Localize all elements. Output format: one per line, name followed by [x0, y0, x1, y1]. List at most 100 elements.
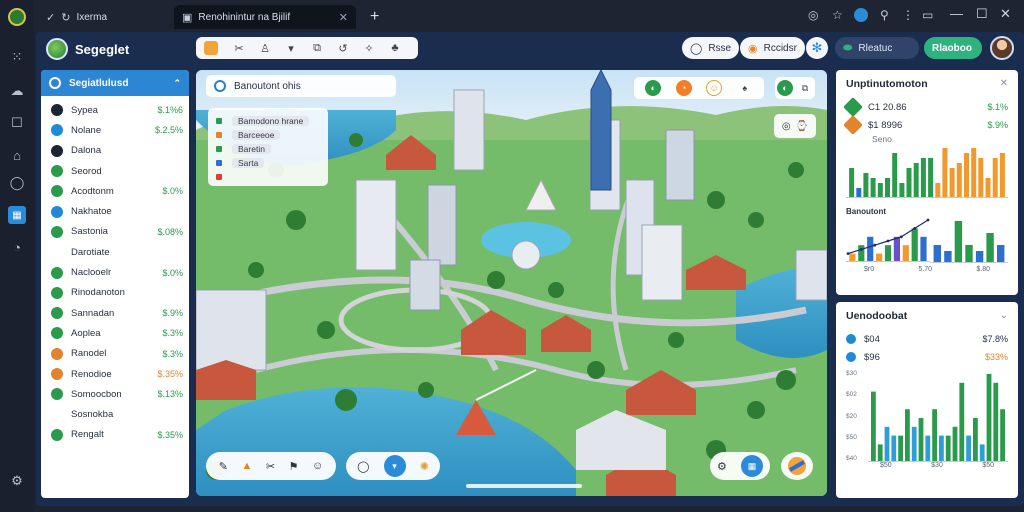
- scissors-icon[interactable]: ✂: [226, 39, 252, 57]
- app-logo-icon[interactable]: [8, 8, 26, 26]
- settings-icon[interactable]: ⚙: [8, 472, 26, 490]
- header-pill-3[interactable]: ⬬ Rleatuc: [835, 37, 919, 59]
- locate-icon[interactable]: ◐: [777, 80, 793, 96]
- refresh-icon[interactable]: ↻: [61, 11, 70, 24]
- chart-point: [899, 235, 903, 239]
- layer-item[interactable]: Rengalt $.35%: [51, 425, 183, 445]
- city-map[interactable]: Banoutont ohis Bamodono hrane Barceeoe Bar…: [196, 70, 827, 496]
- tab-search-icon[interactable]: ◎: [808, 8, 818, 22]
- close-tab-icon[interactable]: ✕: [339, 11, 348, 24]
- cone-icon[interactable]: ▲: [241, 460, 252, 472]
- layer-item[interactable]: Darotiate: [51, 242, 183, 262]
- grid-icon[interactable]: ⁙: [8, 48, 26, 66]
- scissors-icon[interactable]: ✂: [266, 460, 275, 473]
- star-icon[interactable]: ☆: [832, 8, 843, 22]
- copy-icon[interactable]: ⧉: [304, 39, 330, 57]
- chat-icon[interactable]: ◯: [8, 174, 26, 192]
- circle-icon[interactable]: ◯: [357, 460, 369, 473]
- legend-row[interactable]: Bamodono hrane: [216, 114, 328, 128]
- flag-icon[interactable]: ⚑: [289, 460, 299, 473]
- layer-item[interactable]: Seorod: [51, 161, 183, 181]
- layer-item[interactable]: Somoocbon $.13%: [51, 384, 183, 404]
- new-tab-button[interactable]: +: [362, 5, 386, 29]
- square-icon[interactable]: ☐: [8, 114, 26, 132]
- compass-icon[interactable]: ◎: [782, 121, 791, 132]
- layer-item[interactable]: Acodtonm $.0%: [51, 181, 183, 201]
- layer-item[interactable]: Renodioe $.35%: [51, 364, 183, 384]
- stat-row: $96 $33%: [846, 348, 1008, 366]
- window-close-icon[interactable]: ✕: [1000, 6, 1011, 22]
- extension-icon[interactable]: ⚲: [880, 8, 889, 22]
- chart-point: [846, 252, 850, 255]
- map-controls-right-2: ◎ ⌚: [774, 114, 816, 138]
- settings-icon[interactable]: ⚙: [717, 460, 727, 473]
- layers-icon[interactable]: ▦: [8, 206, 26, 224]
- sidebar-icon[interactable]: ▭: [922, 8, 933, 22]
- legend-row[interactable]: Barceeoe: [216, 128, 328, 142]
- layers-stack-icon[interactable]: ⧉: [797, 80, 813, 96]
- layer-icon: [51, 368, 63, 380]
- layer-item[interactable]: Dalona: [51, 141, 183, 161]
- chat-icon[interactable]: ☺: [312, 460, 323, 472]
- home-icon[interactable]: ⌂: [8, 146, 26, 164]
- menu-icon[interactable]: ⋮: [902, 8, 914, 22]
- brand-logo-icon: [46, 38, 68, 60]
- maximize-icon[interactable]: ☐: [976, 6, 988, 22]
- chart-bar: [952, 426, 958, 462]
- minimize-icon[interactable]: —: [950, 6, 963, 21]
- chart-bar: [893, 236, 900, 262]
- legend-row[interactable]: [216, 170, 328, 184]
- tree-icon[interactable]: ♠: [736, 80, 753, 96]
- stats-card-bottom: Uenodoobat ⌄ $04 $7.8% $96 $33% $30 $02 $20…: [836, 302, 1018, 498]
- legend-row[interactable]: Baretin: [216, 142, 328, 156]
- pin-icon[interactable]: ✧: [356, 39, 382, 57]
- layer-item[interactable]: Naclooelr $.0%: [51, 262, 183, 282]
- theme-toggle-icon[interactable]: [781, 452, 813, 480]
- chevron-up-icon[interactable]: ⌃: [173, 78, 181, 89]
- header-pill-1[interactable]: ◯ Rsse: [682, 37, 740, 59]
- browser-tab-2[interactable]: ▣ Renohinintur na Bjilif ✕: [174, 5, 356, 29]
- layer-orange-icon[interactable]: ◔: [675, 80, 692, 96]
- chevron-down-icon[interactable]: ⌄: [1000, 310, 1008, 322]
- header-pill-4[interactable]: Rlaoboo: [924, 37, 982, 59]
- layer-label: Somoocbon: [71, 388, 122, 400]
- close-icon[interactable]: ✕: [1000, 78, 1008, 90]
- legend-row[interactable]: Sarta: [216, 156, 328, 170]
- chart-bar: [945, 435, 951, 462]
- layer-item[interactable]: Sastonia $.08%: [51, 222, 183, 242]
- dropdown-chevron-icon[interactable]: ▾: [278, 39, 304, 57]
- layer-item[interactable]: Aoplea $.3%: [51, 323, 183, 343]
- browser-tab-1[interactable]: ✓ ↻ Ixerma: [38, 5, 166, 29]
- avatar[interactable]: [990, 36, 1014, 60]
- person-icon[interactable]: ♙: [252, 39, 278, 57]
- layer-item[interactable]: Sypea $.1%6: [51, 100, 183, 120]
- map-controls-top: ◐ ◔ ☺ ♠: [634, 77, 764, 99]
- header-pill-2[interactable]: ◉ Rccidsr: [740, 37, 805, 59]
- layer-label: Aoplea: [71, 327, 101, 339]
- filter-icon[interactable]: ▾: [383, 455, 406, 477]
- draw-icon[interactable]: ✎: [219, 460, 228, 473]
- layer-item[interactable]: Nolane $.2.5%: [51, 120, 183, 140]
- profile-icon[interactable]: [854, 8, 868, 22]
- layer-item[interactable]: Sosnokba: [51, 404, 183, 424]
- clock-icon[interactable]: ◔: [8, 238, 26, 256]
- clock-icon[interactable]: ⌚: [796, 121, 808, 132]
- globe-icon[interactable]: ✻: [806, 37, 828, 59]
- refresh-icon[interactable]: ↺: [330, 39, 356, 57]
- group-icon[interactable]: ♣: [382, 39, 408, 57]
- tool-orange-icon[interactable]: [204, 41, 218, 55]
- layer-item[interactable]: Ranodel $.3%: [51, 344, 183, 364]
- layer-icon: [51, 428, 63, 441]
- sun-icon[interactable]: ✺: [420, 460, 429, 473]
- layer-item[interactable]: Nakhatoe: [51, 201, 183, 221]
- layer-green-icon[interactable]: ◐: [645, 80, 662, 96]
- layer-item[interactable]: Rinodanoton: [51, 283, 183, 303]
- layer-item[interactable]: Sannadan $.9%: [51, 303, 183, 323]
- map-search-box[interactable]: Banoutont ohis: [206, 75, 396, 97]
- smiley-icon[interactable]: ☺: [706, 80, 723, 96]
- cloud-icon[interactable]: ☁: [8, 82, 26, 100]
- chart-bar: [905, 409, 910, 462]
- grid-icon[interactable]: ▦: [740, 455, 763, 477]
- layers-panel-header[interactable]: Segiatlulusd ⌃: [41, 70, 189, 96]
- map-scrollbar[interactable]: [466, 484, 582, 488]
